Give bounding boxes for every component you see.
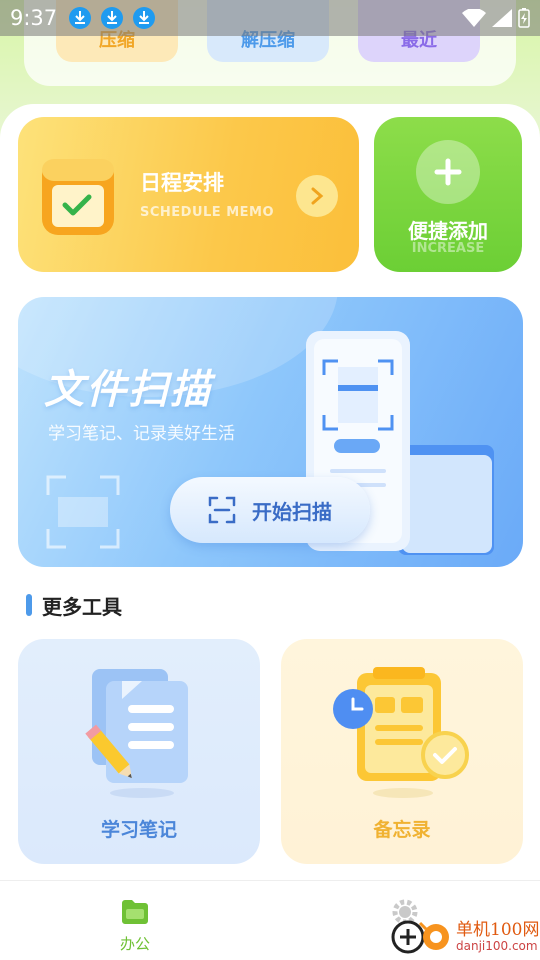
nav-office[interactable]: 办公 [96,899,174,954]
status-icons [462,8,530,28]
more-tools-title: 更多工具 [42,594,122,619]
schedule-title: 日程安排 [140,171,224,195]
quick-add-card[interactable]: 便捷添加 INCREASE [374,117,522,272]
start-scan-button[interactable]: 开始扫描 [170,477,370,543]
schedule-card[interactable]: 日程安排 SCHEDULE MEMO [18,117,359,272]
schedule-subtitle: SCHEDULE MEMO [140,205,275,220]
plus-button[interactable] [416,140,480,204]
battery-icon [518,8,530,28]
scan-frame-icon [46,475,120,549]
download-icon [101,7,124,29]
memo-label: 备忘录 [373,819,431,841]
watermark-text: 单机100网 danji100.com [456,921,539,953]
download-icon [69,7,92,29]
watermark-logo-icon [391,920,449,954]
scan-title: 文件扫描 [44,367,212,413]
wifi-icon [462,9,486,27]
download-icon [133,7,156,29]
section-accent-bar [26,594,32,616]
nav-office-label: 办公 [119,935,150,953]
signal-icon [492,9,512,27]
watermark: 单机100网 danji100.com [390,917,539,957]
status-time: 9:37 [10,6,58,30]
bottom-nav: 办公 单机100网 danji100.com [0,880,540,960]
more-tools-heading: 更多工具 [26,592,122,619]
notes-icon [85,669,188,798]
study-notes-card[interactable]: 学习笔记 [18,639,260,864]
folder-icon [122,900,148,924]
scan-subtitle: 学习笔记、记录美好生活 [48,424,235,444]
file-scan-banner[interactable]: 文件扫描 学习笔记、记录美好生活 开始扫描 [18,297,523,567]
plus-icon [434,158,462,186]
watermark-url: danji100.com [456,938,538,953]
study-notes-label: 学习笔记 [100,819,177,841]
memo-icon [333,667,469,798]
watermark-name: 单机100网 [456,920,540,941]
quick-add-subtitle: INCREASE [411,241,485,256]
memo-card[interactable]: 备忘录 [281,639,523,864]
chevron-right-icon [311,187,324,205]
start-scan-label: 开始扫描 [252,499,332,524]
schedule-arrow-button[interactable] [296,175,338,217]
quick-add-title: 便捷添加 [408,219,488,243]
scan-icon [208,496,236,524]
status-bar: 9:37 [0,0,540,36]
calendar-icon [42,159,114,235]
